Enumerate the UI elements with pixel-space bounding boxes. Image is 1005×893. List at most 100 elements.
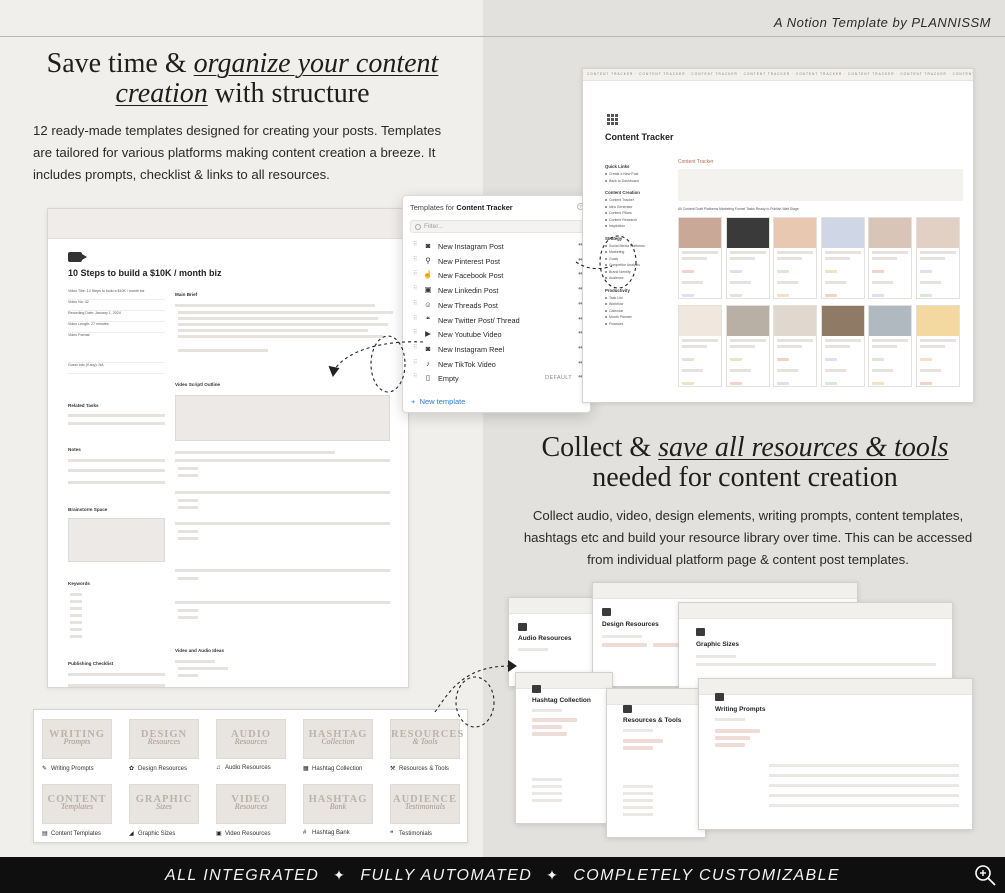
tag-pill — [777, 270, 789, 273]
drag-handle-icon[interactable]: ⠿ — [413, 256, 418, 263]
headline-text: Collect & — [541, 432, 659, 463]
resource-tile[interactable]: RESOURCES & Tools ⚒ Resources & Tools — [390, 719, 463, 772]
content-card[interactable] — [915, 305, 960, 387]
text-line — [178, 577, 198, 580]
template-item[interactable]: ⠿▯EmptyDEFAULT••• — [403, 372, 592, 387]
resource-tile[interactable]: WRITING Prompts ✎ Writing Prompts — [42, 719, 112, 772]
content-card[interactable] — [820, 217, 865, 299]
tag-pill — [824, 294, 837, 297]
resource-tile[interactable]: HASHTAG Bank # Hashtag Bank — [303, 784, 373, 836]
sidebar-item[interactable]: Inspiration — [605, 224, 669, 231]
tracker-view-tabs[interactable]: All Content Draft Platforms Marketing Fu… — [678, 207, 799, 211]
resource-tile[interactable]: AUDIENCE Testimonials ❝ Testimonials — [390, 784, 460, 837]
resource-tile[interactable]: GRAPHIC Sizes ◢ Graphic Sizes — [129, 784, 199, 837]
content-card[interactable] — [915, 217, 960, 299]
text-line — [518, 648, 548, 651]
content-card[interactable] — [725, 305, 770, 387]
drag-handle-icon[interactable]: ⠿ — [413, 285, 418, 292]
tile-thumbnail: AUDIENCE Testimonials — [390, 784, 460, 824]
text-line — [178, 323, 388, 326]
heading-database: Content Tracker — [456, 203, 513, 212]
drag-handle-icon[interactable]: ⠿ — [413, 359, 418, 366]
camera-icon: ◙ — [425, 343, 431, 353]
zoom-in-icon[interactable] — [973, 863, 997, 887]
property-row: Recording Date: January 1, 2024 — [68, 311, 165, 322]
content-card[interactable] — [678, 217, 722, 299]
resource-tile[interactable]: HASHTAG Collection ▦ Hashtag Collection — [303, 719, 373, 772]
text-line — [696, 655, 736, 658]
page-cover — [516, 673, 612, 689]
content-card[interactable] — [773, 217, 817, 299]
content-card[interactable] — [725, 217, 770, 299]
text-line — [872, 345, 898, 348]
tag-pill — [682, 382, 694, 385]
text-line — [824, 257, 850, 260]
drag-handle-icon[interactable]: ⠿ — [413, 373, 418, 380]
template-label: New Twitter Post/ Thread — [438, 315, 520, 325]
template-item[interactable]: ⠿⚲New Pinterest Post••• — [403, 255, 592, 270]
resource-tile[interactable]: VIDEO Resources ▣ Video Resources — [216, 784, 286, 837]
tile-thumb-script: Resources — [234, 737, 268, 746]
text-line — [682, 251, 718, 254]
tile-label: Design Resources — [138, 766, 188, 772]
drag-handle-icon[interactable]: ⠿ — [413, 300, 418, 307]
text-line — [682, 369, 703, 372]
link-pill — [623, 739, 663, 743]
resource-tile[interactable]: CONTENT Templates ▤ Content Templates — [42, 784, 112, 837]
content-card[interactable] — [773, 305, 817, 387]
template-item[interactable]: ⠿☺New Threads Post••• — [403, 299, 592, 314]
template-item[interactable]: ⠿❝New Twitter Post/ Thread••• — [403, 314, 592, 329]
template-item[interactable]: ⠿▣New Linkedin Post••• — [403, 284, 592, 299]
top-divider — [0, 36, 1005, 37]
filter-input[interactable]: Filter... — [410, 220, 586, 233]
tile-label: Hashtag Collection — [312, 766, 363, 772]
tag-pill — [919, 270, 932, 273]
new-template-button[interactable]: + New template — [411, 397, 465, 406]
template-item[interactable]: ⠿◙New Instagram Post••• — [403, 240, 592, 255]
sidebar-section-heading: Content Creation — [605, 190, 640, 195]
link-pill — [532, 725, 562, 729]
card-cover-image — [916, 306, 959, 336]
template-item[interactable]: ⠿▶New Youtube Video••• — [403, 328, 592, 343]
content-card[interactable] — [868, 305, 912, 387]
resource-tile[interactable]: DESIGN Resources ✿ Design Resources — [129, 719, 199, 772]
headline-text: with structure — [207, 78, 370, 109]
text-line — [623, 792, 653, 795]
drag-handle-icon[interactable]: ⠿ — [413, 344, 418, 351]
drag-handle-icon[interactable]: ⠿ — [413, 241, 418, 248]
content-card[interactable] — [820, 305, 865, 387]
template-item[interactable]: ⠿◙New Instagram Reel••• — [403, 343, 592, 358]
card-cover-image — [869, 218, 911, 248]
template-item[interactable]: ⠿♪New TikTok Video••• — [403, 358, 592, 373]
drag-handle-icon[interactable]: ⠿ — [413, 270, 418, 277]
content-card[interactable] — [868, 217, 912, 299]
new-template-label: New template — [419, 397, 466, 406]
template-item[interactable]: ⠿☝New Facebook Post••• — [403, 269, 592, 284]
tag-pill — [777, 382, 789, 385]
sidebar-item[interactable]: Back to Dashboard — [605, 179, 669, 186]
tag-pill — [682, 294, 694, 297]
page-title: Graphic Sizes — [696, 641, 739, 648]
content-card[interactable] — [678, 305, 722, 387]
card-cover-image — [774, 306, 816, 336]
keywords-heading: Keywords — [68, 581, 90, 586]
video-camera-icon — [68, 252, 87, 262]
sidebar-item[interactable]: Audience — [605, 276, 669, 283]
page-title: Design Resources — [602, 621, 659, 628]
tile-thumbnail: HASHTAG Collection — [303, 719, 373, 759]
main-brief-heading: Main Brief — [175, 292, 198, 297]
drag-handle-icon[interactable]: ⠿ — [413, 315, 418, 322]
text-line — [178, 467, 198, 470]
resource-tile[interactable]: AUDIO Resources ♫ Audio Resources — [216, 719, 286, 771]
drag-handle-icon[interactable]: ⠿ — [413, 329, 418, 336]
tile-label: Graphic Sizes — [138, 831, 176, 837]
text-line — [872, 369, 893, 372]
sidebar-section-heading: Productivity — [605, 287, 630, 293]
template-label: New Pinterest Post — [438, 256, 501, 266]
text-line — [178, 335, 383, 338]
palette-icon: ✿ — [129, 766, 135, 772]
text-line — [777, 251, 813, 254]
sidebar-item[interactable]: Finances — [605, 322, 669, 329]
card-cover-image — [916, 218, 959, 248]
text-line — [178, 499, 198, 502]
